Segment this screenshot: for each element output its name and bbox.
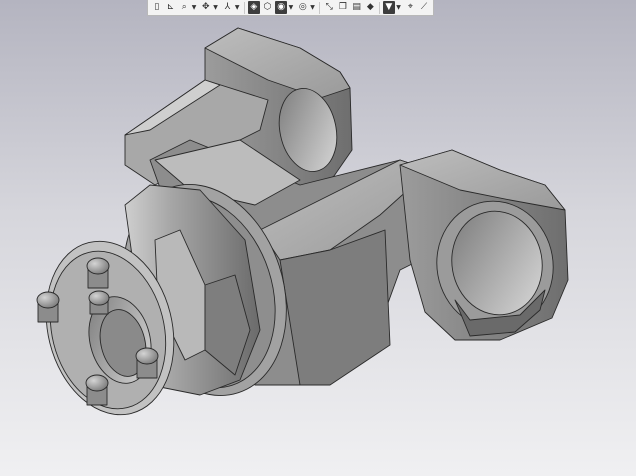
copy-view-icon: ❐ xyxy=(338,2,347,12)
chevron-down-icon[interactable]: ▼ xyxy=(213,1,219,14)
orientation-button[interactable]: ⊾ xyxy=(165,1,177,14)
part-model[interactable] xyxy=(0,0,636,476)
shaded-button[interactable]: ◈ xyxy=(247,1,260,14)
wireframe-cube-button[interactable]: ⬡ xyxy=(262,1,274,14)
view-toolbar: ▯ ⊾ ⌕ ▼ ✥ ▼ ⅄ ▼ ◈ ⬡ ◉ ▼ ◎ ▼ ⤡ ❐ ▤ ◆ ▼ ▼ ⌖ ⟋ xyxy=(147,0,434,16)
pin-upper-left xyxy=(36,291,60,323)
snap-icon: ⌖ xyxy=(407,2,413,12)
color-fill-button[interactable]: ◆ xyxy=(364,1,376,14)
layers-icon: ▤ xyxy=(352,2,361,12)
pin-left xyxy=(88,290,110,315)
measure-icon: ⟋ xyxy=(420,2,428,12)
filter-button[interactable]: ▼ xyxy=(382,1,395,14)
perspective-icon: ⤡ xyxy=(325,2,333,12)
section-icon: ⅄ xyxy=(224,2,231,12)
chevron-down-icon[interactable]: ▼ xyxy=(396,1,402,14)
snap-button[interactable]: ⌖ xyxy=(405,1,417,14)
filter-icon: ▼ xyxy=(385,2,393,12)
toolbar-separator xyxy=(319,1,321,14)
color-fill-icon: ◆ xyxy=(366,2,374,12)
layers-button[interactable]: ▤ xyxy=(351,1,363,14)
hidden-lines-icon: ◎ xyxy=(298,2,307,12)
pin-top xyxy=(86,257,110,289)
pin-right xyxy=(135,347,159,379)
zoom-button[interactable]: ⌕ xyxy=(178,1,190,14)
view-list-icon: ▯ xyxy=(154,2,160,12)
3d-viewport[interactable]: ▯ ⊾ ⌕ ▼ ✥ ▼ ⅄ ▼ ◈ ⬡ ◉ ▼ ◎ ▼ ⤡ ❐ ▤ ◆ ▼ ▼ ⌖ ⟋ xyxy=(0,0,636,476)
chevron-down-icon[interactable]: ▼ xyxy=(288,1,294,14)
display-style-icon: ◉ xyxy=(277,2,286,12)
chevron-down-icon[interactable]: ▼ xyxy=(234,1,240,14)
view-list-button[interactable]: ▯ xyxy=(151,1,163,14)
shaded-icon: ◈ xyxy=(250,2,258,12)
pan-rotate-icon: ✥ xyxy=(202,2,210,12)
orientation-icon: ⊾ xyxy=(166,2,175,12)
hidden-lines-button[interactable]: ◎ xyxy=(297,1,309,14)
measure-button[interactable]: ⟋ xyxy=(418,1,430,14)
zoom-icon: ⌕ xyxy=(181,2,187,12)
pan-rotate-button[interactable]: ✥ xyxy=(200,1,212,14)
wireframe-cube-icon: ⬡ xyxy=(263,2,272,12)
chevron-down-icon[interactable]: ▼ xyxy=(191,1,197,14)
copy-view-button[interactable]: ❐ xyxy=(337,1,349,14)
toolbar-separator xyxy=(244,1,245,14)
pin-bottom xyxy=(85,374,109,406)
chevron-down-icon[interactable]: ▼ xyxy=(310,1,316,14)
front-fork-arm xyxy=(399,149,569,341)
perspective-button[interactable]: ⤡ xyxy=(323,1,335,14)
display-style-button[interactable]: ◉ xyxy=(275,1,288,14)
section-button[interactable]: ⅄ xyxy=(222,1,234,14)
toolbar-separator xyxy=(379,1,380,14)
